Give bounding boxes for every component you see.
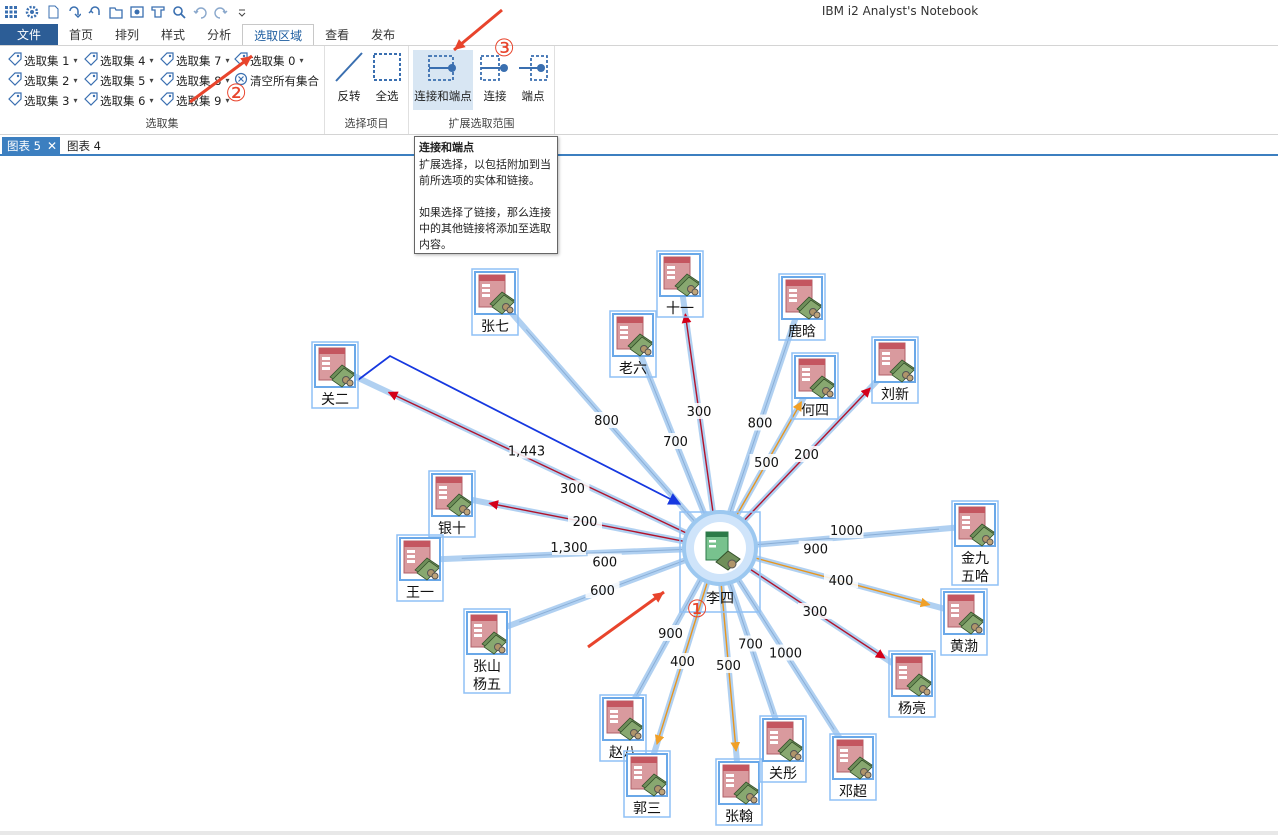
annotation-marker-3: ③: [493, 34, 515, 62]
tooltip-text: 如果选择了链接，那么连接中的其他链接将添加至选取内容。: [419, 206, 551, 251]
annotation-marker-1: ①: [686, 595, 708, 623]
annotation-marker-2: ②: [225, 79, 247, 107]
tooltip-title: 连接和端点: [419, 141, 474, 154]
app-window: IBM i2 Analyst's Notebook 文件 首页 排列 样式 分析…: [0, 0, 1278, 835]
annotation-arrow-1: [587, 590, 665, 649]
status-strip: [0, 831, 1278, 835]
annotation-overlay: ① ② ③: [189, 8, 708, 649]
ribbon-tooltip: 连接和端点 扩展选择，以包括附加到当前所选项的实体和链接。 如果选择了链接，那么…: [414, 136, 558, 254]
tooltip-text: 扩展选择，以包括附加到当前所选项的实体和链接。: [419, 158, 551, 187]
